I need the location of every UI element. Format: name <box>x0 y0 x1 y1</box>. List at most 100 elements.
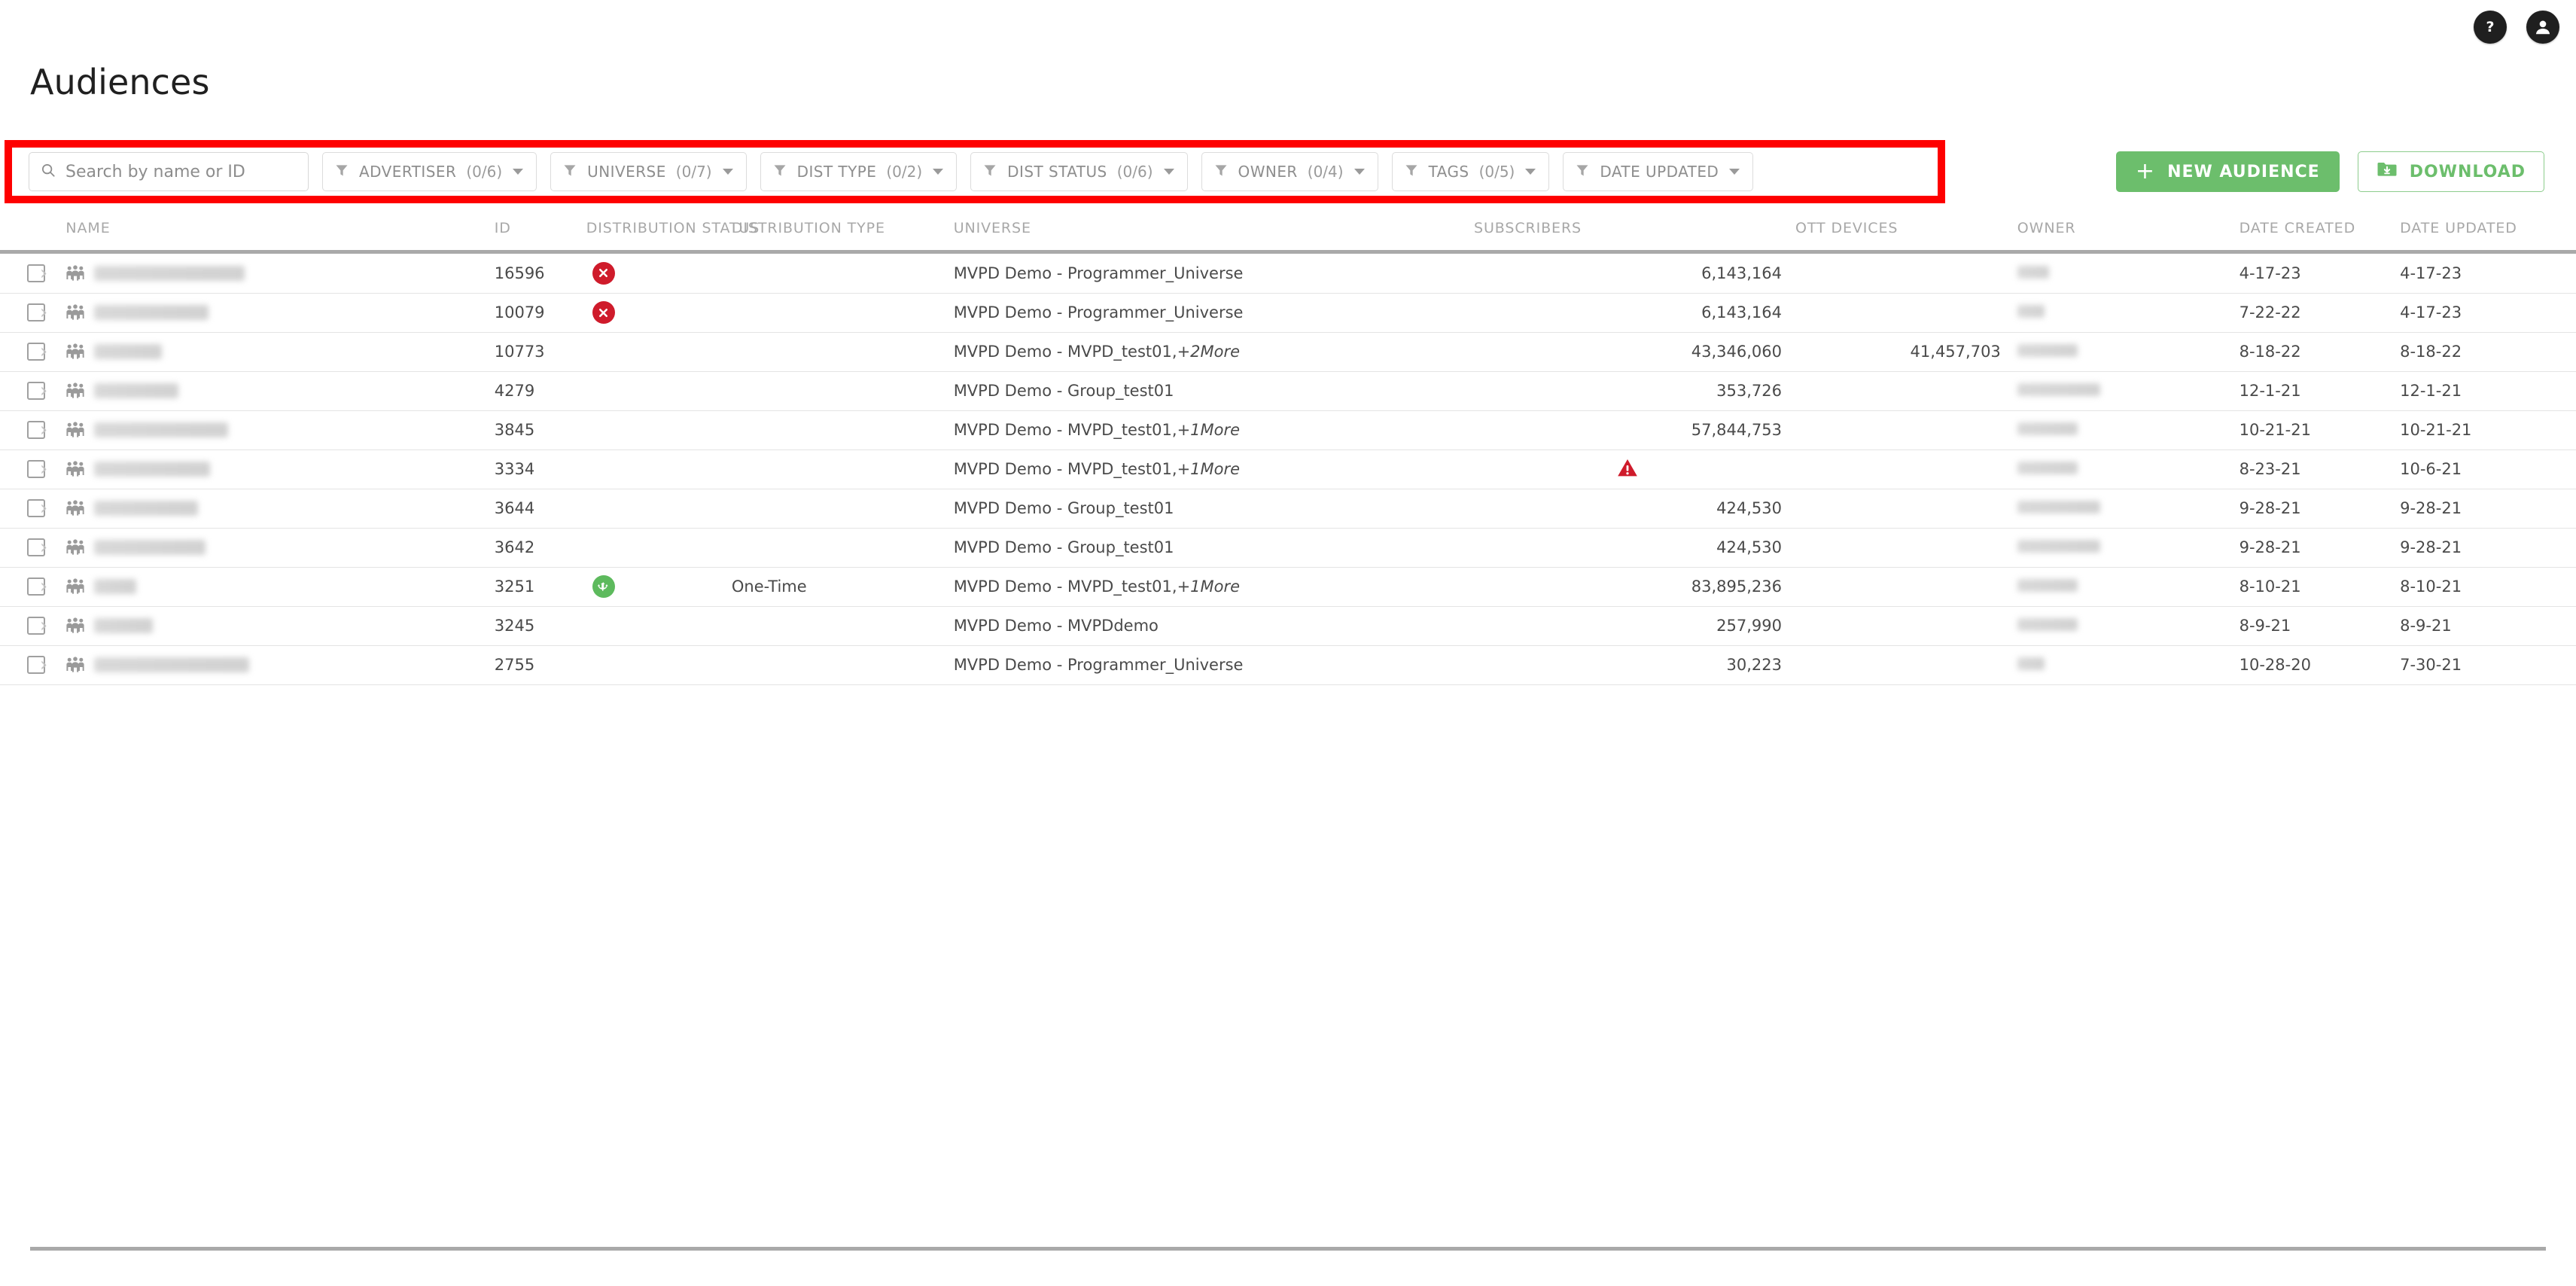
chevron-right-icon[interactable]: › <box>40 654 47 676</box>
row-expand-cell[interactable]: › <box>39 410 66 450</box>
row-expand-cell[interactable]: › <box>39 606 66 646</box>
search-input[interactable]: Search by name or ID <box>29 152 309 191</box>
new-audience-button[interactable]: + NEW AUDIENCE <box>2115 151 2340 192</box>
column-header-date-created[interactable]: DATE CREATED <box>2240 220 2400 250</box>
table-row[interactable]: › 10079 MVPD Demo - Programmer_Universe 6,1… <box>0 293 2576 333</box>
funnel-icon <box>772 163 787 181</box>
cell-subscribers: 6,143,164 <box>1474 293 1795 333</box>
chevron-right-icon[interactable]: › <box>40 497 47 520</box>
row-expand-cell[interactable]: › <box>39 332 66 372</box>
row-expand-cell[interactable]: › <box>39 371 66 411</box>
chevron-right-icon[interactable]: › <box>40 614 47 637</box>
filter-tags[interactable]: TAGS (0/5) <box>1391 152 1550 191</box>
table-row[interactable]: › 3644 MVPD Demo - Group_test01 424,530 9-28… <box>0 489 2576 529</box>
universe-more-link[interactable]: +1More <box>1177 421 1240 439</box>
table-row[interactable]: › 3642 MVPD Demo - Group_test01 424,530 9-28… <box>0 528 2576 568</box>
cell-name[interactable] <box>65 332 495 372</box>
chevron-right-icon[interactable]: › <box>40 536 47 559</box>
account-icon[interactable] <box>2526 11 2559 44</box>
column-header-subscribers[interactable]: SUBSCRIBERS <box>1474 220 1795 250</box>
download-button[interactable]: DOWNLOAD <box>2357 151 2544 192</box>
filter-advertiser[interactable]: ADVERTISER (0/6) <box>322 152 537 191</box>
cell-id: 3845 <box>494 410 586 450</box>
row-checkbox-cell[interactable] <box>0 449 45 489</box>
row-checkbox-cell[interactable] <box>0 528 45 568</box>
column-header-name[interactable]: NAME <box>65 220 494 250</box>
table-row[interactable]: › 3251 One-Time MVPD Demo - MVPD_test01,+1M… <box>0 567 2576 607</box>
cell-universe: MVPD Demo - Group_test01 <box>953 371 1474 411</box>
cell-name[interactable] <box>65 254 495 294</box>
status-distributed-icon <box>592 575 615 598</box>
cell-id: 2755 <box>494 645 586 685</box>
row-checkbox-cell[interactable] <box>0 489 45 529</box>
chevron-right-icon[interactable]: › <box>40 419 47 441</box>
row-checkbox-cell[interactable] <box>0 410 45 450</box>
filter-owner[interactable]: OWNER (0/4) <box>1201 152 1378 191</box>
row-checkbox-cell[interactable] <box>0 371 45 411</box>
row-expand-cell[interactable]: › <box>39 645 66 685</box>
row-checkbox-cell[interactable] <box>0 254 45 294</box>
row-expand-cell[interactable]: › <box>39 567 66 607</box>
filter-universe[interactable]: UNIVERSE (0/7) <box>550 152 747 191</box>
help-icon[interactable]: ? <box>2474 11 2507 44</box>
cell-name[interactable] <box>65 371 495 411</box>
cell-name[interactable] <box>65 293 495 333</box>
row-checkbox-cell[interactable] <box>0 293 45 333</box>
cell-ott-devices <box>1795 489 2017 529</box>
table-row[interactable]: › 4279 MVPD Demo - Group_test01 353,726 12-1… <box>0 371 2576 411</box>
table-row[interactable]: › 10773 MVPD Demo - MVPD_test01,+2More 43,3… <box>0 332 2576 372</box>
cell-distribution-type <box>731 254 954 294</box>
cell-name[interactable] <box>65 449 495 489</box>
row-expand-cell[interactable]: › <box>39 449 66 489</box>
table-row[interactable]: › 3245 MVPD Demo - MVPDdemo 257,990 8-9-21 8-… <box>0 606 2576 646</box>
cell-subscribers: 353,726 <box>1474 371 1795 411</box>
universe-more-link[interactable]: +2More <box>1177 343 1240 361</box>
cell-distribution-type <box>731 606 954 646</box>
column-header-universe[interactable]: UNIVERSE <box>954 220 1474 250</box>
column-header-ott-devices[interactable]: OTT DEVICES <box>1795 220 2017 250</box>
expand-header <box>40 220 66 250</box>
chevron-right-icon[interactable]: › <box>40 575 47 598</box>
chevron-right-icon[interactable]: › <box>40 301 47 324</box>
filter-dist-status[interactable]: DIST STATUS (0/6) <box>970 152 1188 191</box>
column-header-dist-status[interactable]: DISTRIBUTION STATUS <box>586 220 760 250</box>
cell-name[interactable] <box>65 645 495 685</box>
cell-id: 3644 <box>494 489 586 529</box>
universe-more-link[interactable]: +1More <box>1177 460 1240 478</box>
row-checkbox-cell[interactable] <box>0 567 45 607</box>
filter-dist-type[interactable]: DIST TYPE (0/2) <box>760 152 958 191</box>
cell-name[interactable] <box>65 567 495 607</box>
download-label: DOWNLOAD <box>2409 162 2526 181</box>
column-header-date-updated[interactable]: DATE UPDATED <box>2400 220 2576 250</box>
chevron-right-icon[interactable]: › <box>40 340 47 363</box>
row-checkbox-cell[interactable] <box>0 332 45 372</box>
chevron-right-icon[interactable]: › <box>40 262 47 285</box>
filter-date-updated[interactable]: DATE UPDATED <box>1563 152 1754 191</box>
row-checkbox-cell[interactable] <box>0 606 45 646</box>
chevron-right-icon[interactable]: › <box>40 379 47 402</box>
cell-date-created: 9-28-21 <box>2239 489 2401 529</box>
filter-count: (0/2) <box>886 163 923 181</box>
row-checkbox-cell[interactable] <box>0 645 45 685</box>
cell-subscribers <box>1474 449 1795 489</box>
cell-date-created: 8-9-21 <box>2239 606 2401 646</box>
filter-group: Search by name or ID ADVERTISER (0/6) UN… <box>0 152 1754 191</box>
row-expand-cell[interactable]: › <box>39 254 66 294</box>
table-row[interactable]: › 2755 MVPD Demo - Programmer_Universe 30,2… <box>0 645 2576 685</box>
row-expand-cell[interactable]: › <box>39 489 66 529</box>
chevron-down-icon <box>1163 169 1174 175</box>
row-expand-cell[interactable]: › <box>39 293 66 333</box>
column-header-dist-type[interactable]: DISTRIBUTION TYPE <box>732 220 954 250</box>
cell-name[interactable] <box>65 528 495 568</box>
row-expand-cell[interactable]: › <box>39 528 66 568</box>
column-header-owner[interactable]: OWNER <box>2017 220 2240 250</box>
cell-name[interactable] <box>65 410 495 450</box>
table-row[interactable]: › 16596 MVPD Demo - Programmer_Universe 6,1… <box>0 254 2576 294</box>
cell-name[interactable] <box>65 489 495 529</box>
table-row[interactable]: › 3845 MVPD Demo - MVPD_test01,+1More 57,84… <box>0 410 2576 450</box>
chevron-right-icon[interactable]: › <box>40 458 47 480</box>
column-header-id[interactable]: ID <box>495 220 586 250</box>
table-row[interactable]: › 3334 MVPD Demo - MVPD_test01,+1More 8-23-… <box>0 449 2576 489</box>
universe-more-link[interactable]: +1More <box>1177 577 1240 596</box>
cell-name[interactable] <box>65 606 495 646</box>
